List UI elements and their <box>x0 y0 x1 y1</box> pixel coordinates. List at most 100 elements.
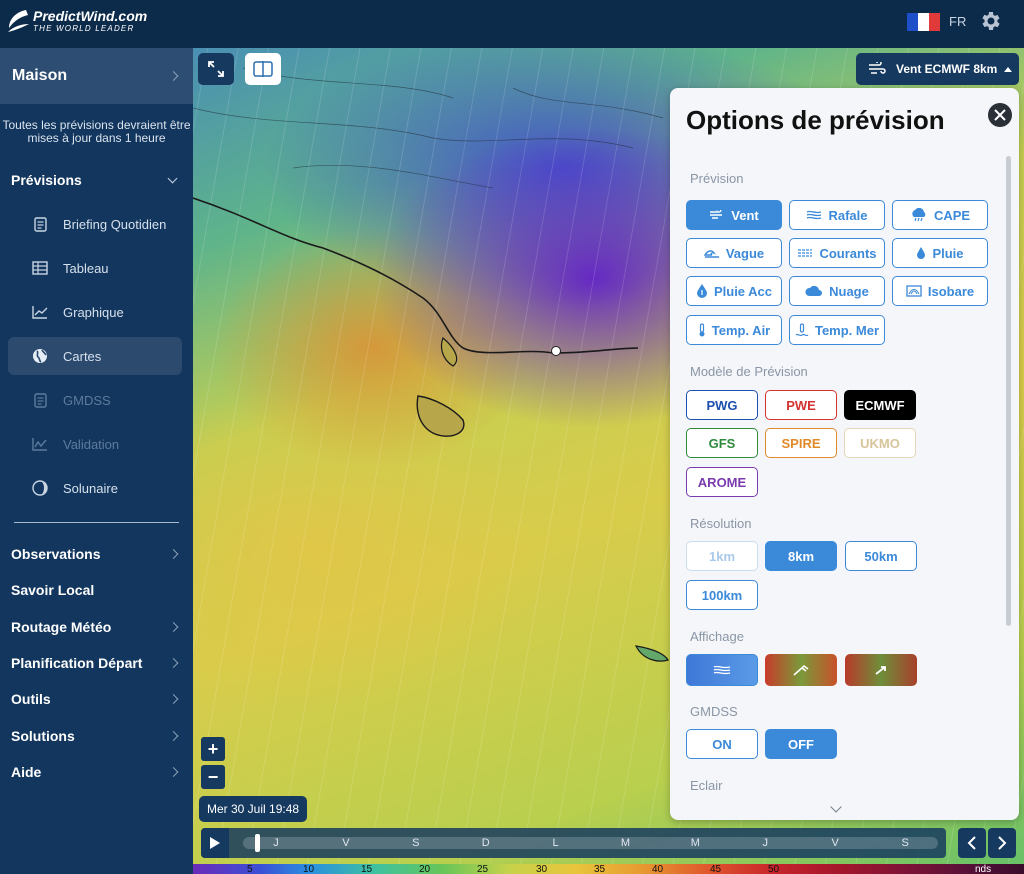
display-particles-button[interactable] <box>686 654 758 686</box>
close-button[interactable] <box>988 103 1012 127</box>
resolution-8km[interactable]: 8km <box>765 541 837 571</box>
option-cape[interactable]: CAPE <box>892 200 988 230</box>
display-arrows-button[interactable] <box>845 654 917 686</box>
sidebar-item-label: Cartes <box>63 348 102 364</box>
location-marker[interactable] <box>551 346 561 356</box>
forecast-section-label: Prévision <box>690 171 744 186</box>
chevron-down-icon[interactable] <box>830 801 842 813</box>
chevron-right-icon <box>168 658 179 668</box>
gmdss-off-button[interactable]: OFF <box>765 729 837 759</box>
predictwind-logo[interactable]: PredictWind.com THE WORLD LEADER <box>6 6 147 36</box>
france-flag-icon[interactable] <box>907 13 940 31</box>
option-sea-temperature[interactable]: Temp. Mer <box>789 315 885 345</box>
close-icon <box>994 109 1006 121</box>
chevron-right-icon <box>168 766 179 777</box>
sidebar-item-departure-planning[interactable]: Planification Départ <box>0 645 193 681</box>
zoom-out-button[interactable]: − <box>201 765 225 789</box>
option-isobar[interactable]: Isobare <box>892 276 988 306</box>
gmdss-on-button[interactable]: ON <box>686 729 758 759</box>
timeline-prev-button[interactable] <box>958 828 986 858</box>
chevron-right-icon <box>168 694 179 705</box>
fullscreen-button[interactable] <box>198 53 234 85</box>
table-icon <box>32 260 48 276</box>
chevron-right-icon <box>168 71 179 81</box>
option-label: Temp. Air <box>711 322 771 338</box>
option-rain[interactable]: Pluie <box>892 238 988 268</box>
globe-icon <box>32 348 48 364</box>
sidebar-item-label: Solutions <box>11 727 75 744</box>
line-chart-icon <box>32 304 48 320</box>
option-air-temperature[interactable]: Temp. Air <box>686 315 782 345</box>
timeline-thumb[interactable] <box>255 834 260 852</box>
resolution-50km[interactable]: 50km <box>845 541 917 571</box>
sidebar-item-weather-routing[interactable]: Routage Météo <box>0 609 193 645</box>
sidebar-item-local-knowledge[interactable]: Savoir Local <box>0 572 193 608</box>
option-wind[interactable]: Vent <box>686 200 782 230</box>
sidebar-item-label: Savoir Local <box>11 582 95 599</box>
option-rain-accumulated[interactable]: Pluie Acc <box>686 276 782 306</box>
sidebar-item-home[interactable]: Maison <box>0 48 193 104</box>
chevron-left-icon <box>967 836 976 850</box>
model-pwe[interactable]: PWE <box>765 390 837 420</box>
resolution-100km[interactable]: 100km <box>686 580 758 610</box>
sidebar-item-label: Planification Départ <box>11 655 143 672</box>
option-label: Vent <box>731 207 759 223</box>
drop-icon <box>916 247 926 259</box>
timeline-day: V <box>342 837 350 849</box>
scale-label: 30 <box>536 864 548 874</box>
sidebar-item-help[interactable]: Aide <box>0 754 193 790</box>
timeline-day: J <box>273 837 279 849</box>
wind-speed-scale-labels: 5 10 15 20 25 30 35 40 45 50 nds <box>193 864 1024 874</box>
model-spire[interactable]: SPIRE <box>765 428 837 458</box>
timeline-bar[interactable]: J V S D L M M J V S <box>201 828 946 858</box>
display-barbs-button[interactable] <box>765 654 837 686</box>
wind-icon <box>709 210 725 220</box>
sidebar-item-validation[interactable]: Validation <box>0 422 193 466</box>
forecast-options-panel: Options de prévision Prévision Vent Rafa… <box>670 88 1019 820</box>
cloud-icon <box>805 285 823 297</box>
thermometer-icon <box>698 323 706 337</box>
zoom-in-button[interactable]: + <box>201 737 225 761</box>
sidebar-item-label: Routage Météo <box>11 618 112 635</box>
option-label: CAPE <box>933 207 971 223</box>
sidebar-item-solutions[interactable]: Solutions <box>0 717 193 753</box>
timeline-next-button[interactable] <box>988 828 1016 858</box>
layer-selector-button[interactable]: Vent ECMWF 8km <box>856 53 1019 85</box>
model-gfs[interactable]: GFS <box>686 428 758 458</box>
sidebar-item-observations[interactable]: Observations <box>0 536 193 572</box>
model-pwg[interactable]: PWG <box>686 390 758 420</box>
top-bar: PredictWind.com THE WORLD LEADER FR <box>0 0 1024 48</box>
wind-lines-icon <box>713 665 731 675</box>
sidebar-item-gmdss[interactable]: GMDSS <box>0 378 193 422</box>
panel-scrollbar[interactable] <box>1006 156 1011 626</box>
logo-swirl-icon <box>6 6 30 36</box>
sidebar-item-label: Observations <box>11 546 101 563</box>
gear-icon[interactable] <box>978 9 1002 33</box>
chevron-right-icon <box>168 621 179 632</box>
split-view-button[interactable] <box>245 53 281 85</box>
scale-label: 20 <box>419 864 431 874</box>
sidebar-item-table[interactable]: Tableau <box>0 246 193 290</box>
sidebar-item-maps[interactable]: Cartes <box>8 337 182 375</box>
sidebar-item-graph[interactable]: Graphique <box>0 290 193 334</box>
chevron-right-icon <box>168 549 179 560</box>
sidebar-item-briefing[interactable]: Briefing Quotidien <box>0 202 193 246</box>
drops-icon <box>696 284 708 298</box>
resolution-1km[interactable]: 1km <box>686 541 758 571</box>
language-code[interactable]: FR <box>949 14 966 29</box>
option-wave[interactable]: Vague <box>686 238 782 268</box>
model-section-label: Modèle de Prévision <box>690 364 808 379</box>
sidebar-section-label: Prévisions <box>11 172 82 188</box>
sidebar-section-forecasts[interactable]: Prévisions <box>0 162 193 198</box>
option-currents[interactable]: Courants <box>789 238 885 268</box>
scale-label: 25 <box>477 864 489 874</box>
model-ukmo[interactable]: UKMO <box>844 428 916 458</box>
model-ecmwf[interactable]: ECMWF <box>844 390 916 420</box>
sidebar-item-solunar[interactable]: Solunaire <box>0 466 193 510</box>
sidebar-item-tools[interactable]: Outils <box>0 681 193 717</box>
option-gust[interactable]: Rafale <box>789 200 885 230</box>
play-button[interactable] <box>201 828 229 858</box>
model-arome[interactable]: AROME <box>686 467 758 497</box>
sidebar-item-label: Outils <box>11 691 51 708</box>
option-cloud[interactable]: Nuage <box>789 276 885 306</box>
